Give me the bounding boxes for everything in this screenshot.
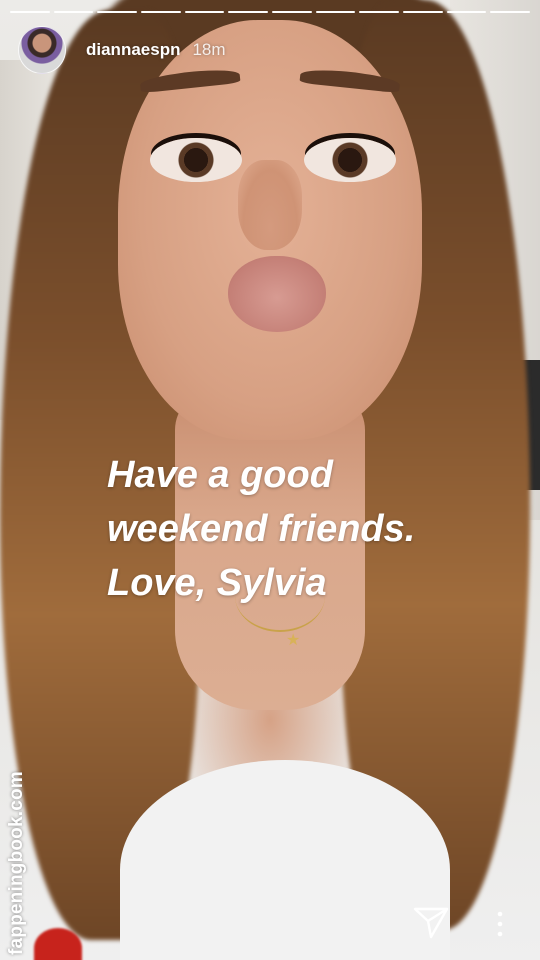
lips (228, 256, 326, 332)
nose (238, 160, 302, 250)
username[interactable]: diannaespn (86, 40, 180, 60)
story-viewer[interactable]: ★ diannaespn 18m Have a good weekend fri… (0, 0, 540, 960)
progress-segment (97, 11, 138, 13)
caption-line-3: Love, Sylvia (107, 562, 327, 604)
eye-left (150, 138, 242, 182)
progress-segment (490, 11, 531, 13)
progress-segment (228, 11, 269, 13)
avatar[interactable] (18, 26, 66, 74)
post-time: 18m (192, 40, 226, 59)
story-header: diannaespn 18m (18, 26, 226, 74)
progress-segment (446, 11, 487, 13)
progress-segment (272, 11, 312, 13)
progress-segment (403, 11, 443, 13)
progress-segment (359, 11, 400, 13)
progress-segment (10, 11, 50, 13)
progress-segment (53, 11, 94, 13)
send-icon[interactable] (412, 904, 450, 942)
story-caption: Have a good weekend friends. Love, Sylvi… (107, 448, 527, 610)
more-vertical-icon[interactable] (492, 908, 508, 940)
red-object (34, 928, 82, 960)
caption-line-1: Have a good (107, 454, 333, 496)
progress-segment (315, 11, 356, 13)
eye-right (304, 138, 396, 182)
caption-line-2: weekend friends. (107, 508, 416, 550)
story-progress-bar (10, 11, 531, 13)
star-pendant-icon: ★ (286, 630, 301, 649)
progress-segment (141, 11, 181, 13)
progress-segment (184, 11, 225, 13)
watermark: fappeningbook.com (6, 771, 27, 955)
